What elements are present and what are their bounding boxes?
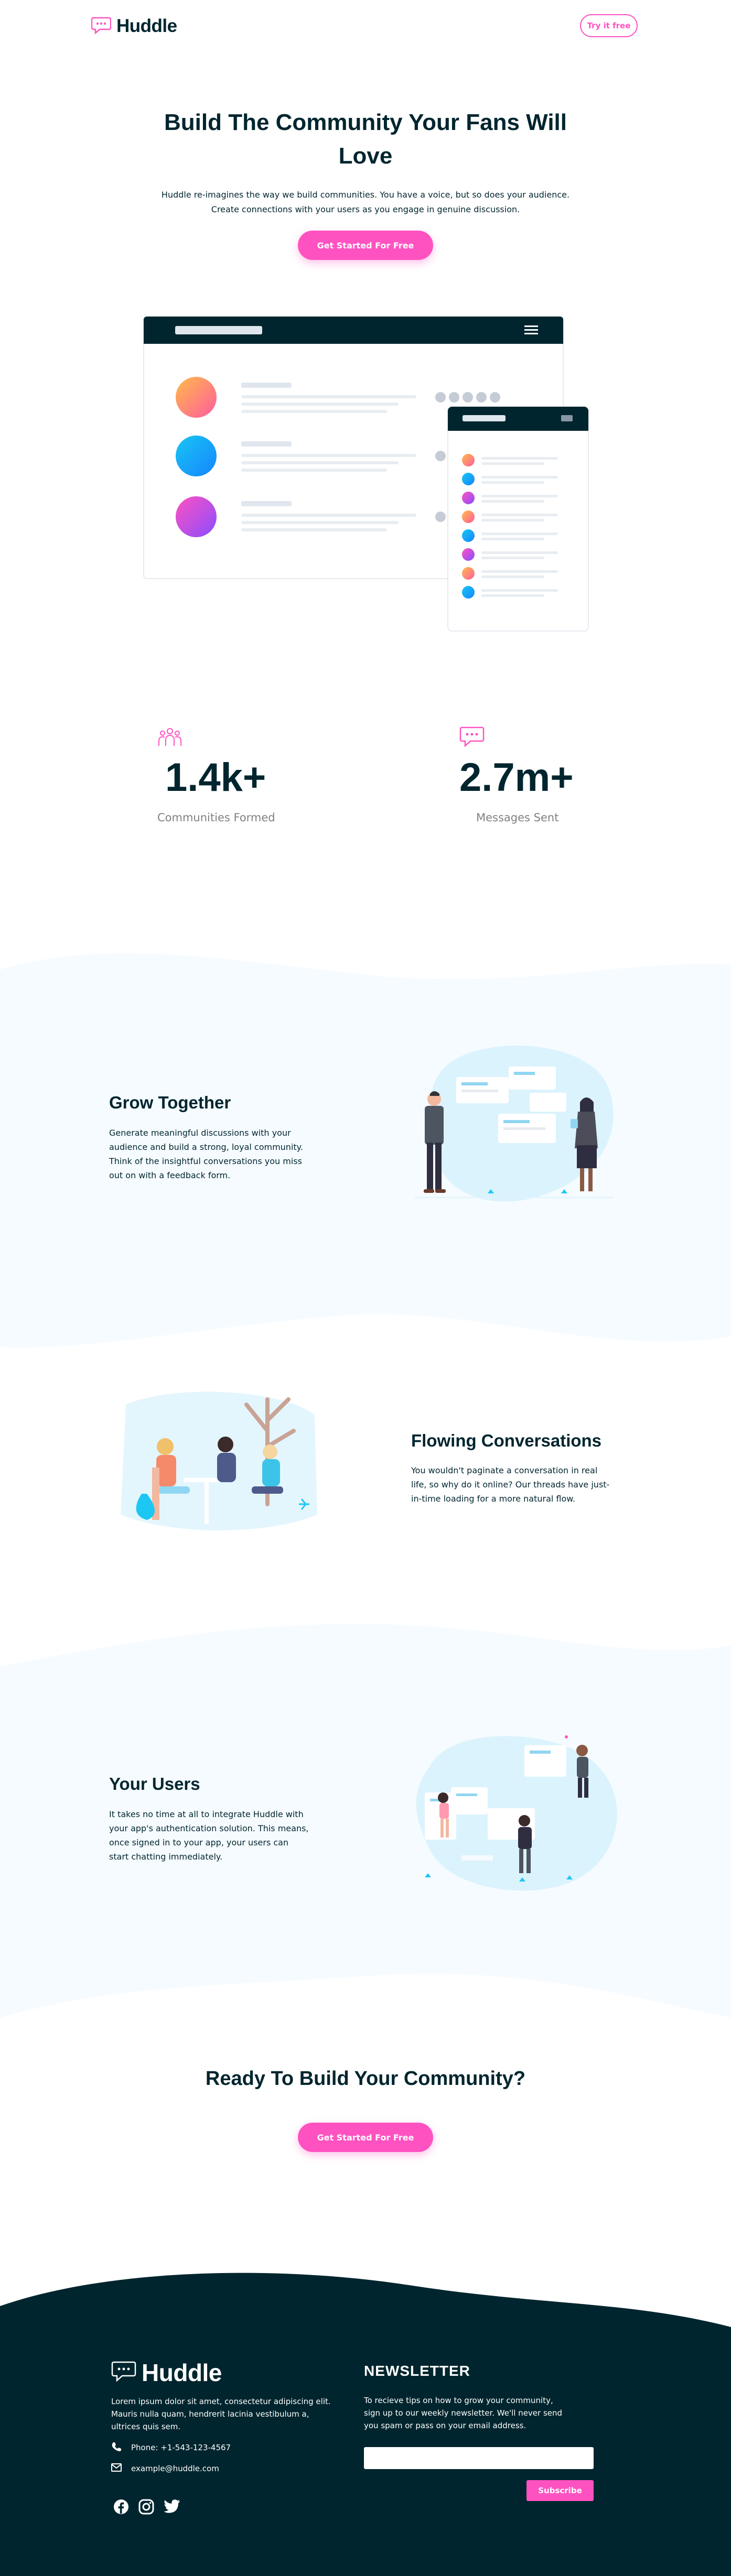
- try-free-button[interactable]: Try it free: [580, 14, 638, 37]
- feature-grow-line: Generate meaningful discussions with you…: [109, 1128, 291, 1138]
- feature-users-text: It takes no time at all to integrate Hud…: [109, 1807, 340, 1864]
- newsletter-line: sign up to our weekly newsletter. We'll …: [364, 2408, 563, 2418]
- feature-users-line: once signed in to your app, your users c…: [109, 1838, 289, 1847]
- brand-name: Huddle: [116, 16, 177, 36]
- footer-phone: Phone: +1-543-123-4567: [111, 2441, 231, 2454]
- newsletter-title: NEWSLETTER: [364, 2363, 470, 2379]
- twitter-icon[interactable]: [164, 2499, 180, 2517]
- stat-communities-label: Communities Formed: [157, 811, 275, 824]
- social-links: [113, 2499, 180, 2517]
- footer-phone-text: Phone: +1-543-123-4567: [131, 2443, 231, 2452]
- feature-grow-line: audience and build a strong, loyal commu…: [109, 1142, 303, 1152]
- stat-communities-value: 1.4k+: [165, 755, 266, 800]
- stat-messages-label: Messages Sent: [476, 811, 559, 824]
- communities-icon: [157, 726, 182, 750]
- footer-brand-name: Huddle: [142, 2359, 222, 2386]
- footer-about: Lorem ipsum dolor sit amet, consectetur …: [111, 2395, 352, 2433]
- facebook-icon[interactable]: [113, 2499, 129, 2517]
- stat-messages-value: 2.7m+: [459, 755, 574, 800]
- hero-title: Build The Community Your Fans Will Love: [103, 106, 628, 173]
- feature-grow-line: Think of the insightful conversations yo…: [109, 1156, 302, 1166]
- feature-users-title: Your Users: [109, 1774, 200, 1794]
- hero-title-line-1: Build The Community Your Fans Will: [164, 110, 567, 135]
- feature-users-line: It takes no time at all to integrate Hud…: [109, 1809, 304, 1819]
- chat-bubble-icon: [111, 2361, 136, 2385]
- hero-subtitle-line-2: Create connections with your users as yo…: [211, 204, 520, 214]
- newsletter-line: To recieve tips on how to grow your comm…: [364, 2396, 553, 2405]
- feature-flowing-text: You wouldn't paginate a conversation in …: [411, 1463, 642, 1506]
- hero-title-line-2: Love: [338, 143, 393, 169]
- hero-subtitle-line-1: Huddle re-imagines the way we build comm…: [161, 190, 570, 200]
- footer-logo[interactable]: Huddle: [111, 2358, 222, 2387]
- hero-subtitle: Huddle re-imagines the way we build comm…: [103, 188, 628, 217]
- footer-email[interactable]: example@huddle.com: [111, 2463, 219, 2474]
- flowing-conversations-illustration: [121, 1392, 317, 1530]
- newsletter-text: To recieve tips on how to grow your comm…: [364, 2394, 605, 2432]
- your-users-illustration: [416, 1735, 617, 1891]
- phone-icon: [111, 2441, 122, 2454]
- footer-email-text: example@huddle.com: [131, 2464, 219, 2473]
- footer-about-line: ultrices quis sem.: [111, 2422, 181, 2431]
- app-mockup-illustration: [143, 316, 589, 632]
- chat-bubble-icon: [91, 16, 112, 36]
- feature-flowing-title: Flowing Conversations: [411, 1431, 602, 1450]
- cta-get-started-button[interactable]: Get Started For Free: [298, 2123, 433, 2152]
- subscribe-button[interactable]: Subscribe: [526, 2480, 594, 2501]
- footer-about-line: Lorem ipsum dolor sit amet, consectetur …: [111, 2397, 331, 2406]
- newsletter-line: you spam or pass on your email address.: [364, 2421, 526, 2430]
- messages-icon: [459, 726, 485, 750]
- cta-title: Ready To Build Your Community?: [205, 2068, 526, 2090]
- feature-flowing-line: You wouldn't paginate a conversation in …: [411, 1465, 598, 1475]
- email-icon: [111, 2463, 122, 2474]
- footer-about-line: Mauris nulla quam, hendrerit lacinia ves…: [111, 2409, 309, 2419]
- instagram-icon[interactable]: [138, 2499, 154, 2517]
- feature-flowing-line: life, so why do it online? Our threads h…: [411, 1480, 610, 1490]
- feature-flowing-line: in-time loading for a more natural flow.: [411, 1494, 575, 1504]
- newsletter-email-input[interactable]: [364, 2447, 594, 2469]
- grow-together-illustration: [414, 1046, 614, 1202]
- feature-grow-text: Generate meaningful discussions with you…: [109, 1126, 340, 1182]
- feature-grow-line: out on with a feedback form.: [109, 1170, 231, 1180]
- feature-grow-title: Grow Together: [109, 1093, 231, 1112]
- header-logo[interactable]: Huddle: [91, 16, 177, 37]
- hero-get-started-button[interactable]: Get Started For Free: [298, 231, 433, 260]
- feature-users-line: start chatting immediately.: [109, 1852, 223, 1862]
- feature-users-line: your app's authentication solution. This…: [109, 1823, 309, 1833]
